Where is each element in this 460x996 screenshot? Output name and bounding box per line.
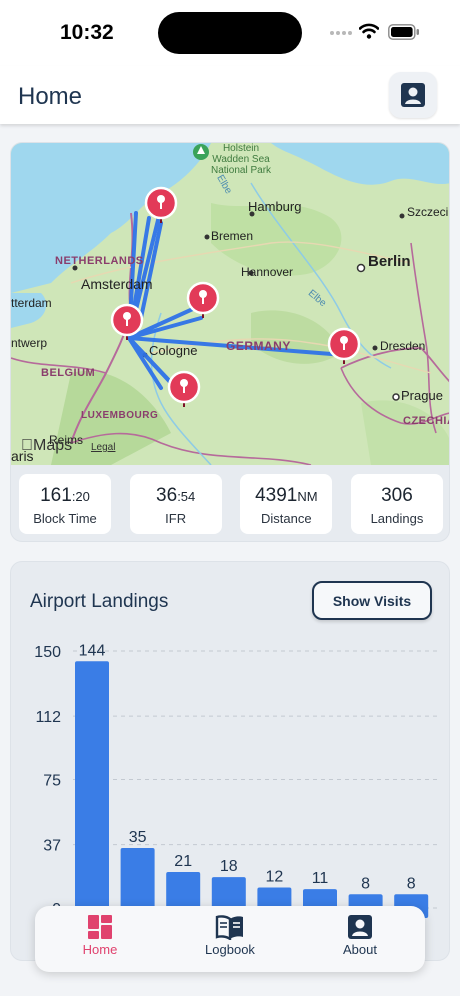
stat-label: Landings [370, 511, 424, 526]
stat-block-time: 161:20 Block Time [19, 474, 111, 534]
bar-value-label: 12 [266, 868, 284, 885]
stat-label: Distance [261, 511, 312, 526]
bar-value-label: 8 [361, 875, 370, 892]
map-label-germany: GERMANY [226, 339, 291, 353]
bar-value-label: 144 [79, 642, 106, 659]
stat-value: 161:20 [19, 485, 111, 507]
map-label-luxembourg: LUXEMBOURG [81, 410, 159, 421]
dynamic-island [158, 12, 302, 54]
person-card-icon [401, 83, 425, 107]
stat-number: 4391 [255, 485, 298, 506]
person-icon [348, 915, 372, 939]
stat-number: 161 [40, 485, 72, 506]
tab-about[interactable]: About [295, 906, 425, 972]
status-bar: 10:32 [0, 0, 460, 66]
legal-link[interactable]: Legal [91, 442, 115, 453]
stat-landings: 306 Landings [350, 474, 443, 534]
cellular-signal-icon [330, 31, 352, 35]
map-label-szczecin: Szczeci [407, 205, 449, 219]
map-label-czechia: CZECHIA [403, 415, 449, 427]
flight-map-card: Holstein Wadden Sea National Park Hamburg … [10, 142, 450, 542]
landings-bar[interactable] [75, 661, 109, 918]
profile-button[interactable] [389, 72, 437, 118]
tab-label: Home [82, 942, 118, 957]
map-label-dresden: Dresden [380, 339, 426, 353]
navigation-bar: Home [0, 66, 460, 124]
map-label-amsterdam: Amsterdam [81, 276, 153, 292]
bar-value-label: 35 [129, 829, 147, 846]
map-label-belgium: BELGIUM [41, 367, 96, 379]
y-tick-label: 37 [43, 838, 61, 855]
map-label-antwerp: ntwerp [11, 336, 48, 350]
map-label-bremen: Bremen [211, 229, 254, 243]
stat-value: 306 [351, 485, 443, 507]
landings-bar-chart: 15011275370144352118121188 [34, 642, 441, 918]
wifi-icon [359, 23, 379, 39]
bar-value-label: 8 [407, 875, 416, 892]
map-label-hannover: Hannover [241, 265, 294, 279]
tab-bar: Home Logbook About [35, 906, 425, 972]
stat-value: 36:54 [130, 485, 222, 507]
tab-logbook[interactable]: Logbook [165, 906, 295, 972]
tab-label: About [343, 942, 377, 957]
bar-value-label: 18 [220, 858, 238, 875]
bar-value-label: 21 [174, 853, 192, 870]
map-label-hamburg: Hamburg [248, 199, 302, 214]
map-label-park: Holstein Wadden Sea National Park [211, 143, 272, 176]
book-icon [215, 915, 243, 940]
stat-label: IFR [165, 511, 187, 526]
map-label-berlin: Berlin [368, 253, 411, 270]
tab-label: Logbook [205, 942, 255, 957]
battery-icon [388, 24, 419, 40]
home-screen: 10:32 Home Holstein Wadden Sea National … [0, 0, 460, 996]
stat-label: Block Time [33, 511, 97, 526]
airport-landings-card: Airport Landings Show Visits 15011275370… [10, 561, 450, 961]
map-label-rotterdam: tterdam [11, 296, 52, 310]
tab-home[interactable]: Home [35, 906, 165, 972]
y-tick-label: 150 [34, 644, 61, 661]
stat-suffix: NM [297, 489, 318, 504]
dashboard-icon [88, 915, 112, 939]
stat-distance: 4391NM Distance [240, 474, 333, 534]
apple-maps-logo: Maps [21, 437, 72, 455]
stats-row: 161:20 Block Time 36:54 IFR 4391NM Dista… [19, 474, 443, 534]
stat-suffix: :54 [177, 489, 196, 504]
page-title: Home [18, 83, 83, 110]
map-label-netherlands: NETHERLANDS [55, 255, 144, 267]
stat-ifr: 36:54 IFR [129, 474, 222, 534]
y-tick-label: 75 [43, 773, 61, 790]
stat-number: 306 [381, 485, 413, 506]
stat-value: 4391NM [240, 485, 332, 507]
map-label-cologne: Cologne [149, 343, 198, 358]
y-tick-label: 112 [35, 709, 61, 726]
maps-brand-text: Maps [21, 437, 72, 454]
stat-suffix: :20 [71, 489, 90, 504]
status-time: 10:32 [60, 21, 114, 44]
bar-value-label: 11 [312, 870, 329, 887]
apple-logo-icon:  [21, 437, 33, 454]
stat-number: 36 [156, 485, 178, 506]
route-map[interactable]: Holstein Wadden Sea National Park Hamburg … [11, 143, 449, 465]
map-label-prague: Prague [401, 388, 443, 403]
